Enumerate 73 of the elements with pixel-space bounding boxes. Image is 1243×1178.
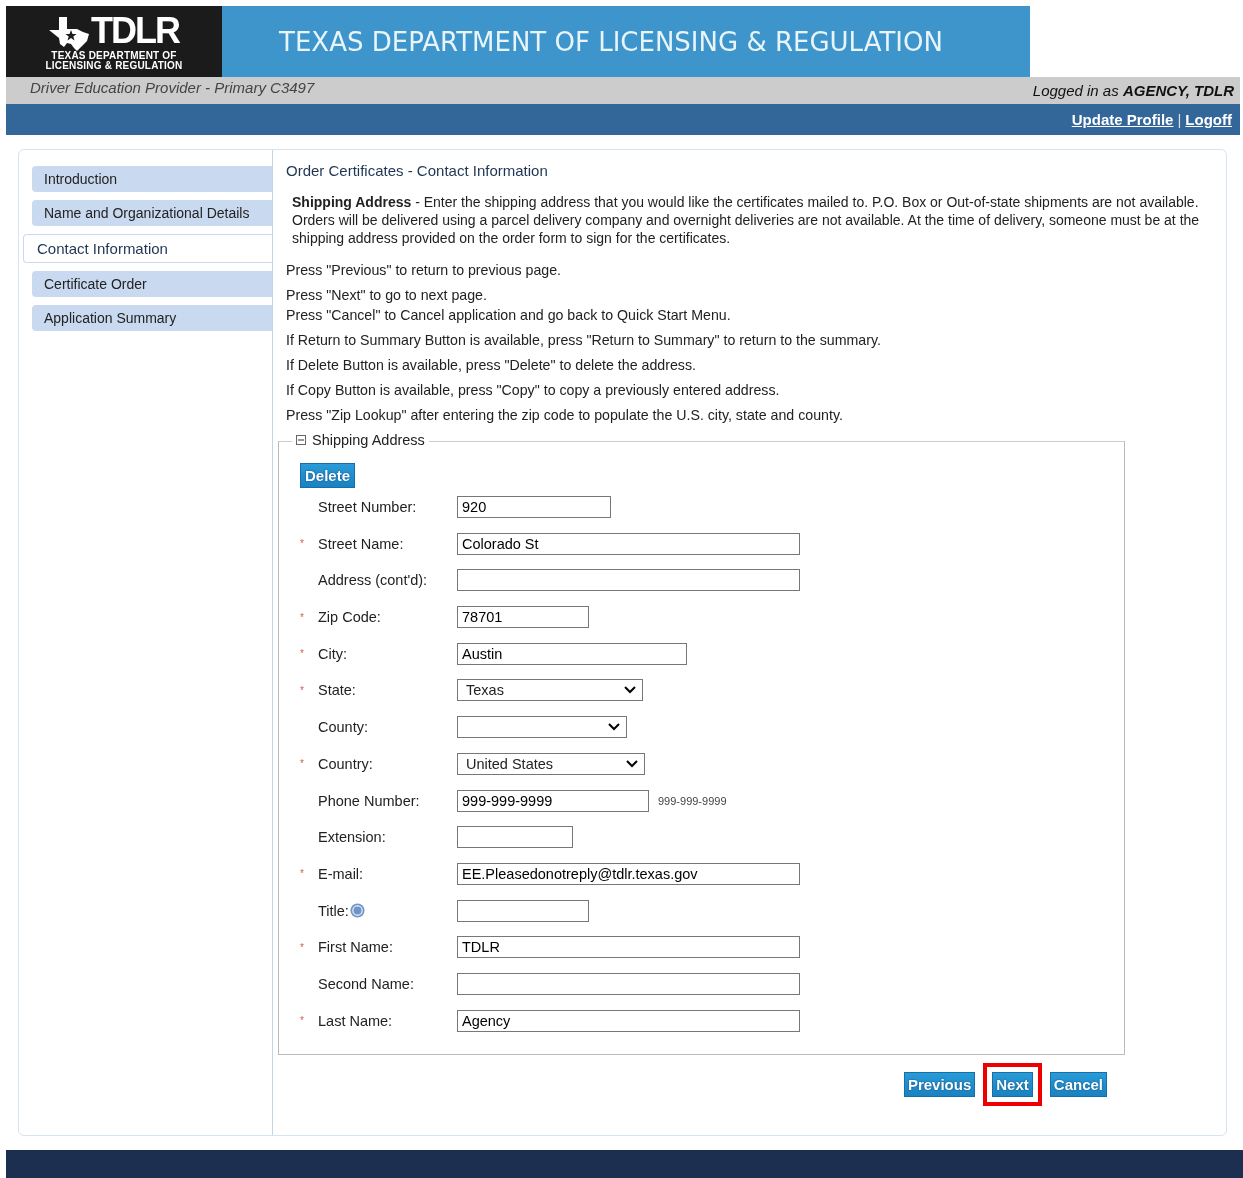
dropdown[interactable]: United States xyxy=(457,752,645,775)
sidebar-item[interactable]: Contact Information xyxy=(23,234,272,263)
chevron-icon xyxy=(624,686,636,695)
chevron-icon xyxy=(626,759,638,768)
instruction-text: If Copy Button is available, press "Copy" to copy a previously entered address. xyxy=(286,382,781,398)
text-field[interactable]: Agency xyxy=(457,1009,800,1032)
dropdown[interactable] xyxy=(457,716,627,739)
chevron-icon xyxy=(608,723,620,732)
instruction-text: Press "Cancel" to Cancel application and go back to Quick Start Menu. xyxy=(286,307,732,323)
field-label: Last Name: xyxy=(318,1012,393,1029)
instruction-text: If Delete Button is available, press "Delete" to delete the address. xyxy=(286,357,697,373)
text-field[interactable]: TDLR xyxy=(457,936,800,959)
link-separator: | xyxy=(1177,111,1182,128)
field-label: Second Name: xyxy=(318,975,414,992)
text-field[interactable]: Colorado St xyxy=(457,532,800,555)
logo-text: TDLR xyxy=(91,10,179,51)
field-label: Phone Number: xyxy=(318,792,420,809)
required-mark: * xyxy=(300,611,304,623)
field-label: Street Number: xyxy=(318,499,417,515)
required-mark: * xyxy=(300,684,304,696)
sidebar-item[interactable]: Name and Organizational Details xyxy=(32,200,272,226)
text-field[interactable]: 999-999-9999 xyxy=(457,789,649,812)
instruction-text: If Return to Summary Button is available, press "Return to Summary" to return to the summary. xyxy=(286,332,882,348)
intro-text: Shipping Address - Enter the shipping address that you would like the certificates mailed to. P.O. Box or Out-of-state shipments are not available. Orders will be delivered using a parcel delivery company and overnight deliveries are not available. At the time of delivery, someone must be at the shipping address provided on the order form to sign for the certificates. xyxy=(292,193,1201,247)
required-mark: * xyxy=(300,941,304,953)
banner-title: TEXAS DEPARTMENT OF LICENSING & REGULATION xyxy=(279,26,943,57)
provider-text: Driver Education Provider - Primary C3497 xyxy=(30,79,315,96)
format-hint: 999-999-9999 xyxy=(658,794,727,807)
page-title: Order Certificates - Contact Information xyxy=(286,162,549,179)
sidebar-item[interactable]: Application Summary xyxy=(32,305,272,331)
required-mark: * xyxy=(300,1015,304,1027)
text-field[interactable]: 78701 xyxy=(457,606,589,629)
field-label: State: xyxy=(318,682,356,699)
text-field[interactable] xyxy=(457,899,589,922)
logged-in-text: Logged in as AGENCY, TDLR xyxy=(1032,82,1234,99)
field-label: First Name: xyxy=(318,939,393,956)
header-link[interactable]: Update Profile xyxy=(1071,111,1174,128)
required-mark: * xyxy=(300,538,304,550)
header-link[interactable]: Logoff xyxy=(1185,111,1232,128)
field-label: Address (cont'd): xyxy=(318,572,428,589)
text-field[interactable] xyxy=(457,972,800,995)
field-label: County: xyxy=(318,719,368,736)
texas-star-icon xyxy=(49,16,89,51)
required-mark: * xyxy=(300,758,304,770)
field-label: City: xyxy=(318,645,347,662)
required-mark: * xyxy=(300,648,304,660)
collapse-icon[interactable] xyxy=(296,435,306,445)
text-field[interactable] xyxy=(457,826,573,849)
text-field[interactable]: 920 xyxy=(457,496,611,518)
dropdown[interactable]: Texas xyxy=(457,679,643,702)
field-label: E-mail: xyxy=(318,865,364,882)
text-field[interactable] xyxy=(457,569,800,592)
section-title: Shipping Address xyxy=(312,432,425,448)
nav-button[interactable]: Previous xyxy=(903,1072,976,1097)
required-mark: * xyxy=(300,868,304,880)
field-label: Street Name: xyxy=(318,535,404,552)
delete-button[interactable]: Delete xyxy=(300,463,356,488)
text-field[interactable]: Austin xyxy=(457,642,687,665)
logo-subtitle: LICENSING & REGULATION xyxy=(45,60,183,71)
sidebar-item[interactable]: Certificate Order xyxy=(32,271,272,297)
help-icon[interactable] xyxy=(349,903,365,919)
instruction-text: Press "Zip Lookup" after entering the zip code to populate the U.S. city, state and county. xyxy=(286,407,844,423)
sidebar-item[interactable]: Introduction xyxy=(32,166,272,192)
field-label: Title: xyxy=(318,902,349,919)
field-label: Extension: xyxy=(318,829,386,846)
nav-button[interactable]: Cancel xyxy=(1049,1072,1107,1097)
instruction-text: Press "Previous" to return to previous page. xyxy=(286,262,563,278)
field-label: Country: xyxy=(318,755,373,772)
instruction-text: Press "Next" to go to next page. xyxy=(286,287,488,303)
field-label: Zip Code: xyxy=(318,609,381,626)
nav-button[interactable]: Next xyxy=(992,1072,1033,1097)
logo-subtitle: TEXAS DEPARTMENT OF xyxy=(51,50,177,61)
text-field[interactable]: EE.Pleasedonotreply@tdlr.texas.gov xyxy=(457,862,800,885)
